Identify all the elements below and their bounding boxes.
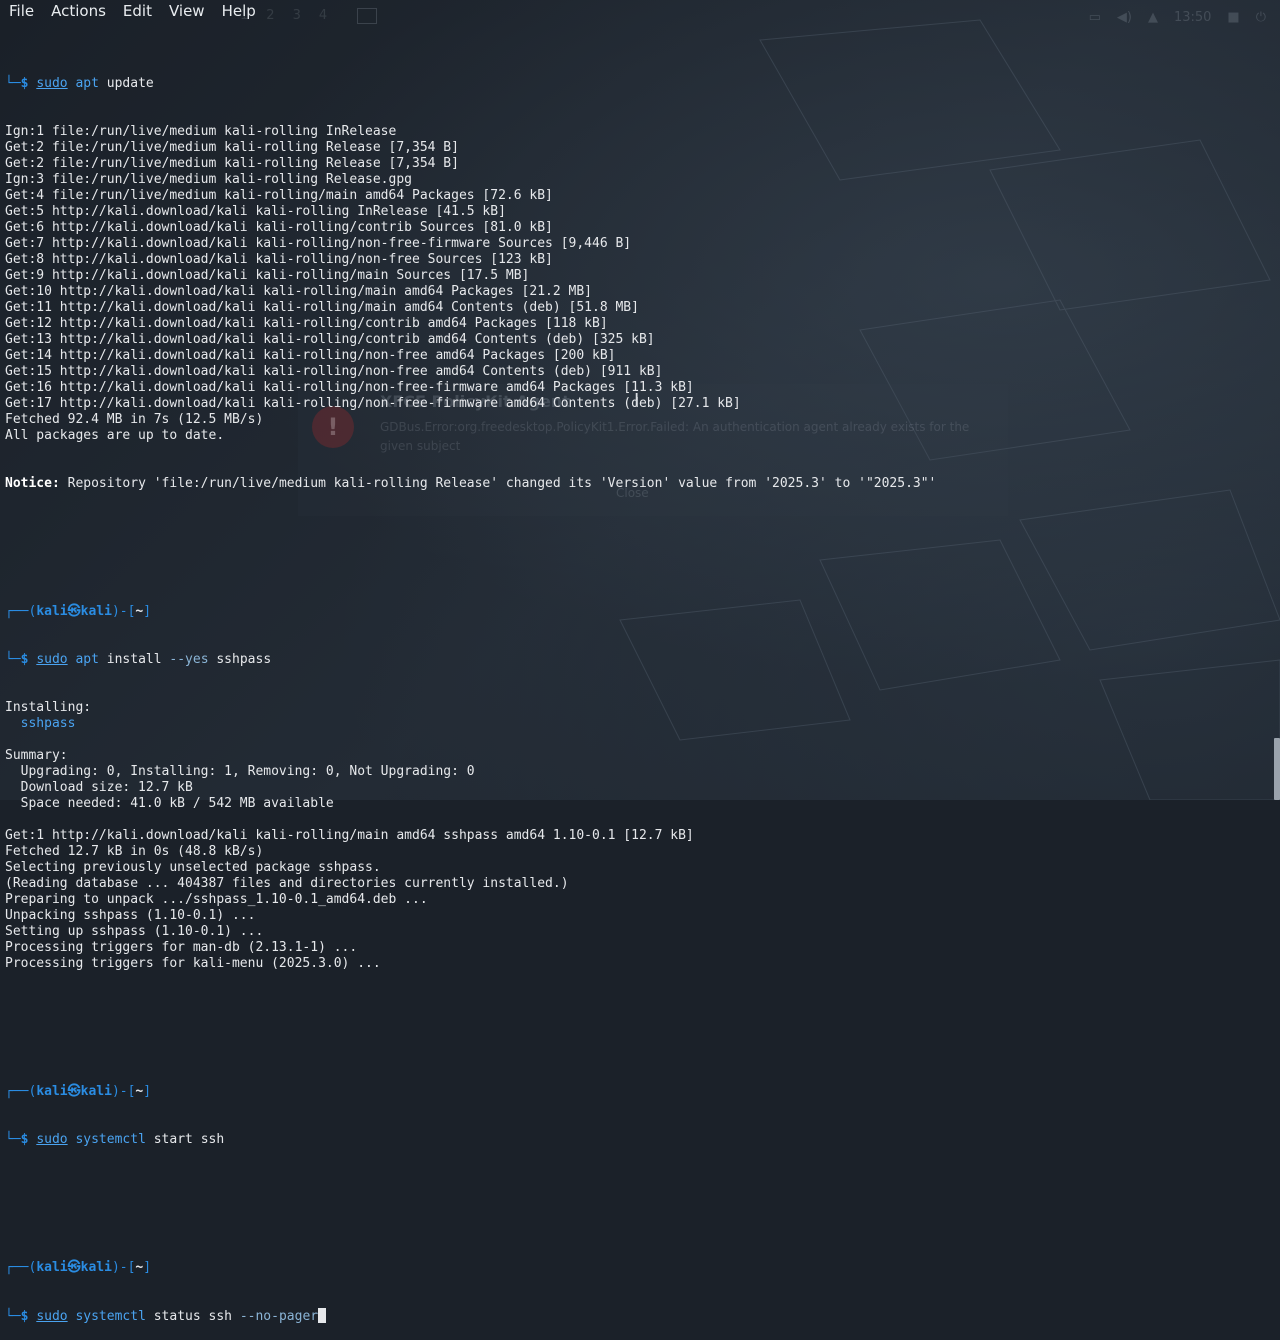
output-line: Get:15 http://kali.download/kali kali-ro… — [5, 364, 663, 379]
output-line: Get:2 file:/run/live/medium kali-rolling… — [5, 140, 459, 155]
output-line: Get:2 file:/run/live/medium kali-rolling… — [5, 156, 459, 171]
output-line: Get:6 http://kali.download/kali kali-rol… — [5, 220, 553, 235]
output-line: Get:4 file:/run/live/medium kali-rolling… — [5, 188, 553, 203]
prompt-line: ┌──(kali㉿kali)-[~] — [5, 604, 152, 619]
output-line: Get:7 http://kali.download/kali kali-rol… — [5, 236, 632, 251]
output-line: Fetched 92.4 MB in 7s (12.5 MB/s) — [5, 412, 264, 427]
output-line: Upgrading: 0, Installing: 1, Removing: 0… — [5, 764, 475, 779]
menu-actions[interactable]: Actions — [42, 0, 114, 22]
prompt-line: ┌──(kali㉿kali)-[~] — [5, 1084, 152, 1099]
output-line: Get:12 http://kali.download/kali kali-ro… — [5, 316, 608, 331]
output-line: Get:14 http://kali.download/kali kali-ro… — [5, 348, 616, 363]
menu-edit[interactable]: Edit — [114, 0, 160, 22]
output-line: Get:5 http://kali.download/kali kali-rol… — [5, 204, 506, 219]
text-cursor — [318, 1308, 327, 1323]
terminal-scrollbar[interactable] — [1274, 738, 1280, 800]
menu-help[interactable]: Help — [213, 0, 264, 22]
output-line: Preparing to unpack .../sshpass_1.10-0.1… — [5, 892, 428, 907]
output-line: Fetched 12.7 kB in 0s (48.8 kB/s) — [5, 844, 264, 859]
output-line: Ign:3 file:/run/live/medium kali-rolling… — [5, 172, 412, 187]
output-line: Get:10 http://kali.download/kali kali-ro… — [5, 284, 592, 299]
output-line: Get:17 http://kali.download/kali kali-ro… — [5, 396, 741, 411]
output-line: Selecting previously unselected package … — [5, 860, 381, 875]
output-line: Get:11 http://kali.download/kali kali-ro… — [5, 300, 639, 315]
output-line: Space needed: 41.0 kB / 542 MB available — [5, 796, 334, 811]
output-line: (Reading database ... 404387 files and d… — [5, 876, 569, 891]
sudo-keyword: sudo — [36, 652, 68, 667]
output-line: sshpass — [5, 716, 76, 731]
notice-line: Notice: Repository 'file:/run/live/mediu… — [5, 476, 937, 491]
output-line: Setting up sshpass (1.10-0.1) ... — [5, 924, 264, 939]
output-line: Get:16 http://kali.download/kali kali-ro… — [5, 380, 694, 395]
sudo-keyword: sudo — [36, 1309, 68, 1324]
apt-update-output: Ign:1 file:/run/live/medium kali-rolling… — [5, 124, 1280, 444]
output-line: Get:13 http://kali.download/kali kali-ro… — [5, 332, 655, 347]
output-line: Get:8 http://kali.download/kali kali-rol… — [5, 252, 553, 267]
output-line: Unpacking sshpass (1.10-0.1) ... — [5, 908, 256, 923]
prompt-user: kali㉿kali — [36, 1084, 112, 1099]
terminal-menubar: File Actions Edit View Help — [0, 0, 1280, 22]
mouse-ibeam-cursor-icon: I — [634, 390, 640, 411]
output-line: All packages are up to date. — [5, 428, 225, 443]
output-line: Summary: — [5, 748, 68, 763]
menu-file[interactable]: File — [0, 0, 42, 22]
prompt-dir: ~ — [135, 1084, 144, 1099]
output-line: Get:1 http://kali.download/kali kali-rol… — [5, 828, 694, 843]
output-line: Processing triggers for kali-menu (2025.… — [5, 956, 381, 971]
prompt-line: ┌──(kali㉿kali)-[~] — [5, 1260, 152, 1275]
apt-install-output: Installing: sshpass Summary: Upgrading: 0… — [5, 700, 1280, 972]
prompt-dir: ~ — [135, 1260, 144, 1275]
output-line: Installing: — [5, 700, 92, 715]
sudo-keyword: sudo — [36, 76, 68, 91]
command-line: └─$ sudo apt install --yes sshpass — [5, 652, 272, 667]
command-line: └─$ sudo apt update — [5, 76, 154, 91]
output-line: Ign:1 file:/run/live/medium kali-rolling… — [5, 124, 397, 139]
terminal-output[interactable]: └─$ sudo apt update Ign:1 file:/run/live… — [5, 28, 1280, 1340]
output-line: Download size: 12.7 kB — [5, 780, 193, 795]
prompt-user: kali㉿kali — [36, 604, 112, 619]
sudo-keyword: sudo — [36, 1132, 68, 1147]
active-command-line[interactable]: └─$ sudo systemctl status ssh --no-pager — [5, 1308, 1280, 1324]
output-line: Processing triggers for man-db (2.13.1-1… — [5, 940, 358, 955]
output-line: Get:9 http://kali.download/kali kali-rol… — [5, 268, 530, 283]
menu-view[interactable]: View — [160, 0, 213, 22]
command-line: └─$ sudo systemctl start ssh — [5, 1132, 225, 1147]
prompt-user: kali㉿kali — [36, 1260, 112, 1275]
